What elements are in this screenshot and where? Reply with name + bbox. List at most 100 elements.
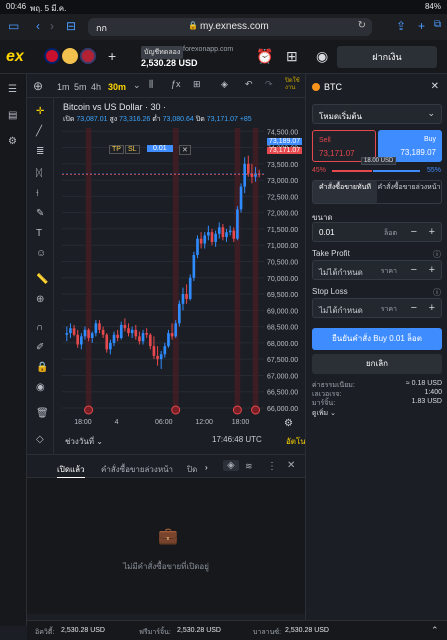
reload-icon[interactable]: ↻	[358, 20, 366, 31]
candle-body	[156, 355, 159, 360]
settings-icon[interactable]: ⚙	[8, 136, 17, 147]
tp-badge[interactable]: TP	[109, 145, 124, 154]
new-tab-icon[interactable]: +	[418, 19, 425, 33]
ruler-icon[interactable]: 📏	[36, 274, 48, 285]
volume-badge[interactable]: 0.01	[147, 145, 173, 152]
redo-icon[interactable]: ↷	[265, 79, 273, 90]
equity-value: 2,530.28 USD	[61, 627, 105, 634]
event-marker-icon[interactable]	[232, 405, 242, 415]
tabs-icon[interactable]: ⧉	[434, 19, 441, 30]
tab-market-order[interactable]: คำสั่งซื้อขายทันที	[313, 181, 377, 203]
apps-grid-icon[interactable]: ⊞	[286, 48, 298, 65]
footer-collapse-icon[interactable]: ⌃	[431, 625, 439, 636]
size-field[interactable]: 0.01 ล็อต − +	[312, 222, 442, 242]
sl-info-icon[interactable]: ⓘ	[433, 287, 441, 298]
group-icon[interactable]: ≋	[245, 461, 253, 472]
sl-unit[interactable]: ราคา	[381, 304, 397, 315]
candle-body	[246, 163, 250, 174]
trash-icon[interactable]: 🗑	[36, 408, 49, 419]
projection-icon[interactable]: ⟊	[36, 188, 39, 199]
tp-minus-button[interactable]: −	[411, 264, 417, 276]
calendar-icon[interactable]: ▤	[8, 110, 17, 121]
sidebar-toggle-icon[interactable]: ▭	[8, 19, 19, 33]
date-range-selector[interactable]: ช่วงวันที่ ⌄	[65, 435, 103, 448]
candle-body	[192, 254, 196, 278]
fib-icon[interactable]: ≣	[36, 146, 44, 157]
share-icon[interactable]: ⇪	[396, 19, 406, 33]
reader-button[interactable]: กก	[96, 21, 107, 35]
y-tick-label: 72,000.00	[267, 211, 298, 218]
add-indicator-icon[interactable]: ⊕	[33, 79, 43, 93]
more-options-icon[interactable]: ⋮	[267, 461, 277, 472]
forward-icon[interactable]: ›	[50, 19, 54, 33]
trendline-icon[interactable]: ╱	[36, 126, 42, 137]
timeframe-1m[interactable]: 1m	[57, 82, 70, 92]
account-balance[interactable]: 2,530.28 USD	[141, 58, 198, 68]
layout-icon[interactable]: ⊞	[193, 79, 201, 90]
pattern-icon[interactable]: ᛞ	[36, 168, 42, 179]
candle-body	[112, 334, 116, 343]
alarm-icon[interactable]: ⏰	[256, 48, 273, 65]
tp-info-icon[interactable]: ⓘ	[433, 249, 441, 260]
tab-open[interactable]: เปิดแล้ว	[57, 463, 85, 476]
gold-icon[interactable]	[62, 48, 78, 64]
candle-body	[94, 323, 98, 334]
close-order-panel-icon[interactable]: ✕	[431, 81, 439, 92]
close-panel-icon[interactable]: ✕	[287, 460, 295, 471]
emoji-icon[interactable]: ☺	[36, 248, 46, 259]
candle-body	[145, 333, 148, 335]
deposit-button[interactable]: ฝากเงิน	[337, 46, 437, 68]
candle-type-icon[interactable]: ⫼	[149, 79, 153, 90]
event-marker-icon[interactable]	[251, 405, 261, 415]
text-tool-icon[interactable]: T	[36, 228, 42, 239]
menu-icon[interactable]: ☰	[8, 84, 17, 95]
crosshair-icon[interactable]: ✛	[36, 106, 44, 117]
mode-select[interactable]: โหมดเริ่มต้น ⌄	[312, 104, 442, 124]
confirm-order-button[interactable]: ยืนยันคำสั่ง Buy 0.01 ล็อต	[312, 328, 442, 350]
tab-pending[interactable]: คำสั่งซื้อขายล่วงหน้า	[101, 463, 173, 476]
usd-flag-icon[interactable]	[80, 48, 96, 64]
more-details-link[interactable]: ดูเพิ่ม ⌄	[312, 408, 336, 419]
tab-pending-order[interactable]: คำสั่งซื้อขายล่วงหน้า	[377, 181, 441, 203]
back-icon[interactable]: ‹	[36, 19, 40, 33]
view-toggle-icon[interactable]: ◈	[223, 460, 239, 471]
close-position-icon[interactable]: ✕	[179, 145, 191, 155]
sl-plus-button[interactable]: +	[429, 302, 435, 314]
size-minus-button[interactable]: −	[411, 226, 417, 238]
tp-unit[interactable]: ราคา	[381, 266, 397, 277]
chart-type-dropdown-icon[interactable]: ⌄	[133, 80, 141, 91]
brush-icon[interactable]: ✎	[36, 208, 44, 219]
tp-plus-button[interactable]: +	[429, 264, 435, 276]
pencil-lock-icon[interactable]: ✐	[36, 342, 44, 353]
favorite-icon[interactable]: ◇	[36, 434, 44, 445]
gbp-flag-icon[interactable]	[44, 48, 60, 64]
sl-minus-button[interactable]: −	[411, 302, 417, 314]
add-instrument-icon[interactable]: +	[108, 48, 116, 64]
eye-icon[interactable]: ◉	[36, 382, 45, 393]
undo-icon[interactable]: ↶	[245, 79, 253, 90]
tabs-next-icon[interactable]: ›	[205, 463, 208, 472]
url-bar[interactable]: กก 🔒 my.exness.com ↻	[88, 18, 372, 36]
size-plus-button[interactable]: +	[429, 226, 435, 238]
timeframe-30m[interactable]: 30m	[108, 82, 126, 92]
sl-badge[interactable]: SL	[125, 145, 140, 154]
magnet-icon[interactable]: ∩	[36, 322, 43, 333]
book-icon[interactable]: ⊟	[66, 19, 76, 33]
price-chart[interactable]: 74,500.0074,000.0073,500.0073,000.0072,5…	[54, 98, 316, 454]
zoom-in-icon[interactable]: ⊕	[36, 294, 44, 305]
event-marker-icon[interactable]	[171, 405, 181, 415]
profile-icon[interactable]: ◉	[316, 48, 328, 65]
event-marker-icon[interactable]	[84, 405, 94, 415]
layers-icon[interactable]: ◈	[221, 79, 228, 90]
candle-body	[80, 336, 83, 345]
indicators-icon[interactable]: ƒx	[171, 79, 181, 89]
tp-field[interactable]: ไม่ได้กำหนด ราคา − +	[312, 260, 442, 280]
timeframe-4h[interactable]: 4h	[91, 82, 101, 92]
sl-field[interactable]: ไม่ได้กำหนด ราคา − +	[312, 298, 442, 318]
cancel-order-button[interactable]: ยกเลิก	[312, 354, 442, 374]
lock-drawings-icon[interactable]: 🔒	[36, 362, 48, 373]
timeframe-5m[interactable]: 5m	[74, 82, 87, 92]
tab-closed[interactable]: ปิด	[187, 463, 197, 476]
chart-settings-icon[interactable]: ⚙	[284, 418, 293, 429]
app-header: ex + บัญชีทดลอง forexonapp.com 2,530.28 …	[0, 40, 447, 74]
